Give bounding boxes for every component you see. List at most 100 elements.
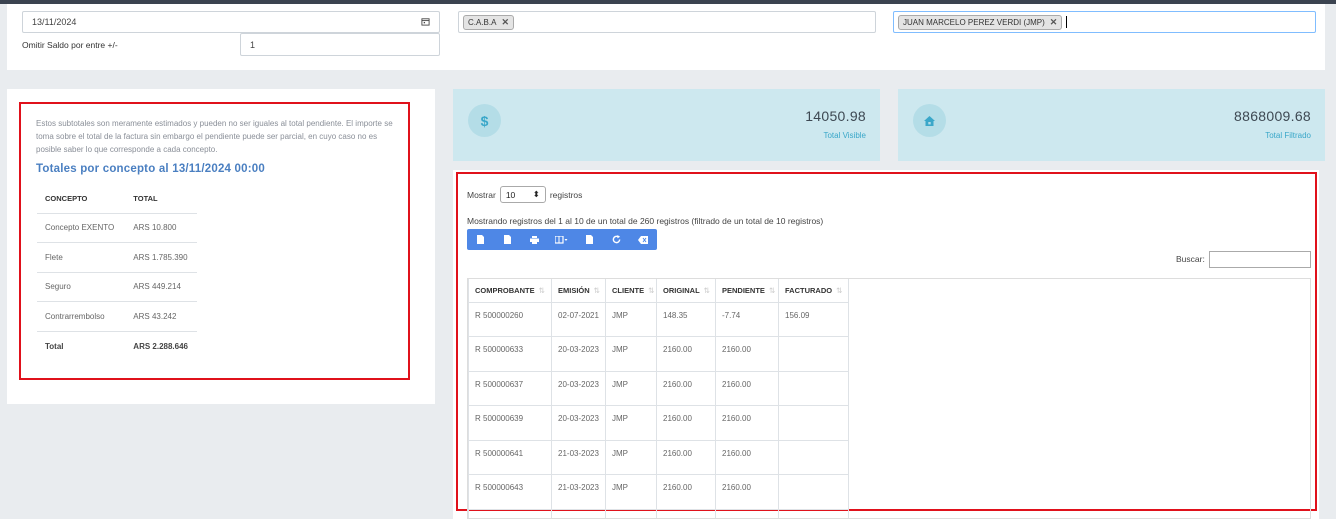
cell-emision: 21-03-2023 — [551, 439, 606, 475]
concept-total-row: Total ARS 2.288.646 — [37, 331, 197, 361]
total-value: ARS 2.288.646 — [133, 341, 188, 351]
calendar-icon[interactable] — [421, 17, 430, 28]
cell-comprobante: R 500000260 — [468, 301, 552, 337]
cell-facturado — [778, 508, 849, 518]
date-value: 13/11/2024 — [32, 17, 77, 27]
concept-row: Flete ARS 1.785.390 — [37, 242, 197, 273]
total-visible-label: Total Visible — [823, 131, 866, 140]
search-label: Buscar: — [1176, 254, 1205, 264]
page-size-value: 10 — [505, 189, 516, 200]
cell-comprobante: R 500000641 — [468, 439, 552, 475]
location-select[interactable]: C.A.B.A ✕ — [458, 11, 876, 33]
sort-icon: ⇅ — [703, 285, 710, 295]
cell-pendiente: 2160.00 — [715, 370, 779, 406]
eraser-icon[interactable] — [630, 229, 657, 250]
subtotals-note: Estos subtotales son meramente estimados… — [36, 119, 393, 154]
cell-emision: 20-03-2023 — [551, 336, 606, 372]
header-pendiente[interactable]: PENDIENTE ⇅ — [715, 279, 779, 303]
cell-cliente: JMP — [605, 405, 657, 441]
sort-icon: ⇅ — [648, 285, 655, 295]
sort-icon: ⇅ — [538, 285, 545, 295]
cell-cliente: JM — [605, 508, 657, 518]
cell-pendiente: 2160.00 — [715, 405, 779, 441]
cell-comprobante: R 500000662 — [468, 508, 552, 518]
cell-facturado — [778, 405, 849, 441]
concept-header: CONCEPTO — [37, 184, 126, 214]
table-row[interactable]: R 500000260 02-07-2021 JMP 148.35 -7.74 … — [468, 301, 849, 337]
cell-emision: 21-03-2023 — [551, 474, 606, 510]
records-table: COMPROBANTE ⇅ EMISIÓN ⇅ CLIENTE ⇅ ORIGINAL ⇅… — [468, 279, 849, 518]
cell-pendiente: -7.74 — [715, 301, 779, 337]
cell-emision: 20-03-2023 — [551, 405, 606, 441]
cell-pendiente: 2160.00 — [715, 336, 779, 372]
refresh-icon[interactable] — [603, 229, 630, 250]
cell-cliente: JMP — [605, 336, 657, 372]
cell-pendiente: 2160.00 — [715, 474, 779, 510]
cell-comprobante: R 500000637 — [468, 370, 552, 406]
close-icon[interactable]: ✕ — [501, 17, 509, 28]
page-size-select[interactable]: 10 ⬍ — [499, 186, 546, 203]
total-header: TOTAL — [125, 184, 197, 214]
pdf-icon[interactable] — [576, 229, 603, 250]
omit-balance-value: 1 — [250, 39, 256, 50]
concept-total: ARS 43.242 — [125, 301, 197, 332]
sort-icon: ⇅ — [836, 285, 843, 295]
cell-original: 148.35 — [656, 301, 716, 337]
sort-icon: ⇅ — [768, 285, 776, 295]
location-tag-label: C.A.B.A — [468, 17, 497, 27]
cell-original: 2160.00 — [656, 439, 716, 475]
cell-facturado: 156.09 — [778, 301, 849, 337]
header-cliente[interactable]: CLIENTE ⇅ — [605, 279, 657, 303]
spinner-icon: ⬍ — [532, 189, 540, 199]
table-row[interactable]: R 500000643 21-03-2023 JMP 2160.00 2160.… — [468, 474, 849, 510]
cell-emision: 02-07-2021 — [551, 301, 606, 337]
header-original[interactable]: ORIGINAL ⇅ — [656, 279, 716, 303]
omit-balance-input[interactable]: 1 — [240, 33, 440, 56]
client-tag-label: JUAN MARCELO PEREZ VERDI (JMP) — [903, 17, 1045, 27]
export-toolbar — [467, 229, 657, 250]
omit-balance-label: Omitir Saldo por entre +/- — [22, 40, 118, 50]
total-visible-value: 14050.98 — [805, 108, 866, 124]
header-emision[interactable]: EMISIÓN ⇅ — [551, 279, 606, 303]
date-field[interactable]: 13/11/2024 — [22, 11, 440, 33]
concept-total: ARS 10.800 — [125, 213, 197, 243]
concept-name: Contrarrembolso — [37, 301, 126, 332]
copy-icon[interactable] — [467, 229, 494, 250]
close-icon[interactable]: ✕ — [1050, 17, 1058, 28]
total-filtered-label: Total Filtrado — [1265, 131, 1311, 140]
show-label: Mostrar — [467, 189, 496, 200]
cell-cliente: JMP — [605, 370, 657, 406]
table-row[interactable]: R 500000662 23-03-2023 JM 2613.60 2613.8… — [468, 508, 849, 518]
table-row[interactable]: R 500000641 21-03-2023 JMP 2160.00 2160.… — [468, 439, 849, 475]
table-row[interactable]: R 500000633 20-03-2023 JMP 2160.00 2160.… — [468, 336, 849, 372]
table-row[interactable]: R 500000637 20-03-2023 JMP 2160.00 2160.… — [468, 370, 849, 406]
cell-facturado — [778, 336, 849, 372]
cell-original: 2160.00 — [656, 336, 716, 372]
sort-icon: ⇅ — [593, 285, 600, 295]
print-icon[interactable] — [521, 229, 548, 250]
concept-name: Concepto EXENTO — [37, 213, 126, 243]
dollar-icon: $ — [468, 104, 501, 137]
cell-original: 2160.00 — [656, 370, 716, 406]
concept-total: ARS 449.214 — [125, 272, 197, 302]
concept-row: Seguro ARS 449.214 — [37, 272, 197, 302]
cell-comprobante: R 500000643 — [468, 474, 552, 510]
table-info: Mostrando registros del 1 al 10 de un to… — [467, 216, 824, 226]
header-comprobante[interactable]: COMPROBANTE ⇅ — [468, 279, 552, 303]
columns-icon[interactable] — [548, 229, 575, 250]
cell-pendiente: 2160.00 — [715, 439, 779, 475]
concept-total: ARS 1.785.390 — [125, 242, 197, 273]
header-facturado[interactable]: FACTURADO ⇅ — [778, 279, 849, 303]
client-select[interactable]: JUAN MARCELO PEREZ VERDI (JMP) ✕ — [893, 11, 1316, 33]
location-tag: C.A.B.A ✕ — [463, 14, 514, 30]
cell-facturado — [778, 474, 849, 510]
cell-cliente: JMP — [605, 474, 657, 510]
concept-table: CONCEPTO TOTAL Concepto EXENTO ARS 10.80… — [37, 184, 197, 361]
table-row[interactable]: R 500000639 20-03-2023 JMP 2160.00 2160.… — [468, 405, 849, 441]
search-input[interactable] — [1209, 251, 1311, 268]
csv-icon[interactable] — [494, 229, 521, 250]
records-table-wrapper: COMPROBANTE ⇅ EMISIÓN ⇅ CLIENTE ⇅ ORIGINAL ⇅… — [467, 278, 1311, 519]
page-size-control: Mostrar 10 ⬍ registros — [467, 186, 582, 203]
cell-emision: 20-03-2023 — [551, 370, 606, 406]
concept-name: Seguro — [37, 272, 126, 302]
